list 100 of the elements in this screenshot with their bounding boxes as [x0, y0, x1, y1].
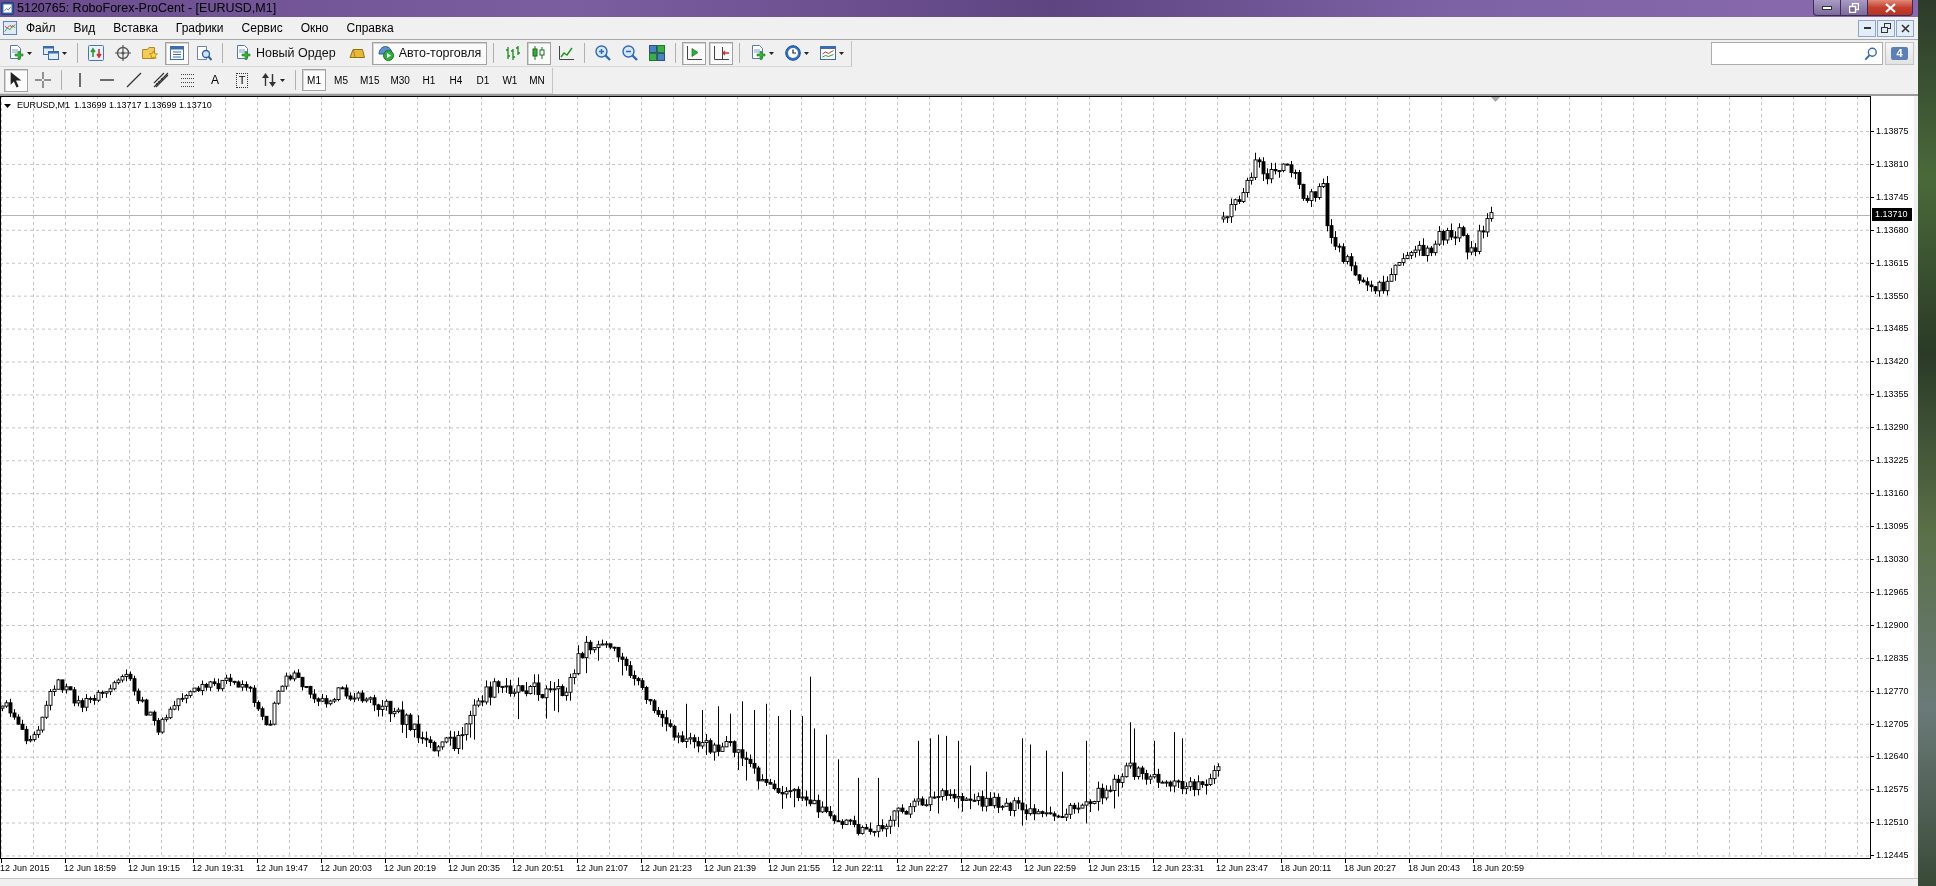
caret-icon — [804, 51, 810, 55]
bar-chart-icon — [504, 45, 521, 61]
list-window-icon — [169, 45, 185, 61]
minimize-icon — [1822, 5, 1832, 10]
text-label-button[interactable]: T — [230, 68, 254, 92]
menu-item[interactable]: Файл — [17, 18, 65, 38]
search-icon — [1864, 46, 1878, 61]
caret-icon — [4, 103, 11, 108]
caret-icon — [62, 51, 67, 55]
message-count-badge: 4 — [1891, 47, 1908, 60]
time-label: 12 Jun 19:15 — [128, 862, 182, 874]
hatched-lines-icon — [153, 72, 169, 88]
menu-item[interactable]: Окно — [291, 18, 338, 38]
timeframe-tab[interactable]: MN — [524, 69, 549, 91]
play-badge-icon — [377, 45, 394, 61]
time-label: 12 Jun 22:11 — [832, 862, 885, 874]
price-label: 1.12575 — [1876, 784, 1909, 796]
cursor-icon — [8, 72, 24, 88]
menu-item[interactable]: Справка — [337, 18, 403, 38]
magnifier-document-icon — [196, 45, 212, 61]
price-label: 1.12835 — [1876, 652, 1909, 664]
auto-trading-button[interactable]: Авто-торговля — [371, 41, 488, 65]
axis-arrow-icon — [713, 45, 730, 61]
price-label: 1.13355 — [1876, 389, 1909, 401]
menu-item[interactable]: Вид — [64, 18, 105, 38]
candlestick-icon — [531, 45, 548, 61]
data-window-button[interactable] — [165, 41, 189, 65]
menu-item[interactable]: Сервис — [232, 18, 292, 38]
timeframe-tab[interactable]: M5 — [329, 69, 353, 91]
caret-icon — [280, 78, 285, 82]
time-label: 12 Jun 21:39 — [704, 862, 758, 874]
candlestick-chart-button[interactable] — [527, 41, 552, 65]
price-label: 1.12770 — [1876, 685, 1909, 697]
time-label: 12 Jun 23:31 — [1152, 862, 1206, 874]
stacked-windows-icon — [43, 45, 59, 61]
price-label: 1.13290 — [1876, 422, 1909, 434]
time-label: 18 Jun 20:43 — [1408, 862, 1462, 874]
time-label: 12 Jun 19:31 — [192, 862, 246, 874]
price-label: 1.12640 — [1876, 751, 1909, 763]
minimize-button[interactable] — [1858, 19, 1876, 37]
time-label: 12 Jun 21:23 — [640, 862, 694, 874]
close-icon — [1884, 2, 1896, 13]
play-axis-icon — [686, 45, 703, 61]
zoom-in-icon — [595, 45, 612, 61]
text-button[interactable]: A — [203, 68, 227, 92]
new-order-button[interactable]: Новый Ордер — [229, 41, 342, 65]
cursor-button[interactable] — [4, 68, 28, 92]
price-label: 1.13680 — [1876, 224, 1909, 236]
up-down-arrows-icon — [88, 45, 104, 61]
close-button[interactable] — [1896, 19, 1914, 37]
minimize-icon — [1863, 27, 1871, 29]
time-label: 18 Jun 20:27 — [1344, 862, 1398, 874]
time-label: 12 Jun 2015 — [0, 862, 51, 874]
menu-item[interactable]: Вставка — [104, 18, 167, 38]
time-label: 12 Jun 21:07 — [576, 862, 630, 874]
restore-button[interactable] — [1877, 19, 1895, 37]
minimize-button[interactable] — [1813, 0, 1841, 16]
clock-icon — [785, 45, 802, 61]
restore-icon — [1849, 2, 1859, 13]
price-label: 1.13225 — [1876, 455, 1909, 467]
messages-button[interactable]: 4 — [1885, 42, 1914, 65]
line-chart-icon — [558, 45, 575, 61]
restore-button[interactable] — [1841, 0, 1868, 16]
price-label: 1.13485 — [1876, 323, 1909, 335]
chart-window-icon — [3, 21, 17, 35]
price-label: 1.13095 — [1876, 521, 1909, 532]
price-label: 1.13420 — [1876, 356, 1909, 368]
folder-star-icon — [142, 45, 158, 61]
time-label: 18 Jun 20:59 — [1472, 862, 1526, 874]
price-label: 1.13550 — [1876, 290, 1909, 302]
timeframe-tab[interactable]: M1 — [302, 69, 326, 91]
triangle-marker-icon — [1491, 97, 1500, 102]
time-label: 12 Jun 22:59 — [1024, 862, 1078, 874]
time-label: 12 Jun 19:47 — [256, 862, 310, 874]
close-button[interactable] — [1868, 0, 1913, 16]
search-field[interactable] — [1711, 42, 1883, 65]
time-label: 12 Jun 22:43 — [960, 862, 1014, 874]
timeframe-tab[interactable]: M15 — [356, 69, 384, 91]
caret-icon — [839, 51, 845, 55]
timeframe-tab[interactable]: M30 — [386, 69, 414, 91]
price-label: 1.13810 — [1876, 158, 1909, 170]
menu-item[interactable]: Графики — [166, 18, 233, 38]
time-label: 12 Jun 21:55 — [768, 862, 822, 874]
document-plus-icon — [235, 45, 251, 61]
chart-shift-button[interactable] — [709, 41, 734, 65]
window-title: 5120765: RoboForex-ProCent - [EURUSD,M1] — [17, 0, 277, 16]
restore-icon — [1881, 23, 1891, 33]
caret-icon — [769, 51, 775, 55]
horizontal-line-icon — [100, 79, 114, 81]
price-label: 1.13745 — [1876, 191, 1909, 203]
timeframe-tab[interactable]: H1 — [416, 69, 441, 91]
timeframe-tab[interactable]: D1 — [470, 69, 495, 91]
price-label: 1.12965 — [1876, 586, 1909, 598]
time-label: 12 Jun 20:19 — [384, 862, 438, 874]
timeframe-tab[interactable]: H4 — [443, 69, 468, 91]
price-label: 1.13030 — [1876, 553, 1909, 565]
crosshair-icon — [35, 72, 51, 88]
auto-scroll-button[interactable] — [682, 41, 707, 65]
timeframe-tab[interactable]: W1 — [497, 69, 522, 91]
chart-window-icon — [820, 45, 837, 61]
